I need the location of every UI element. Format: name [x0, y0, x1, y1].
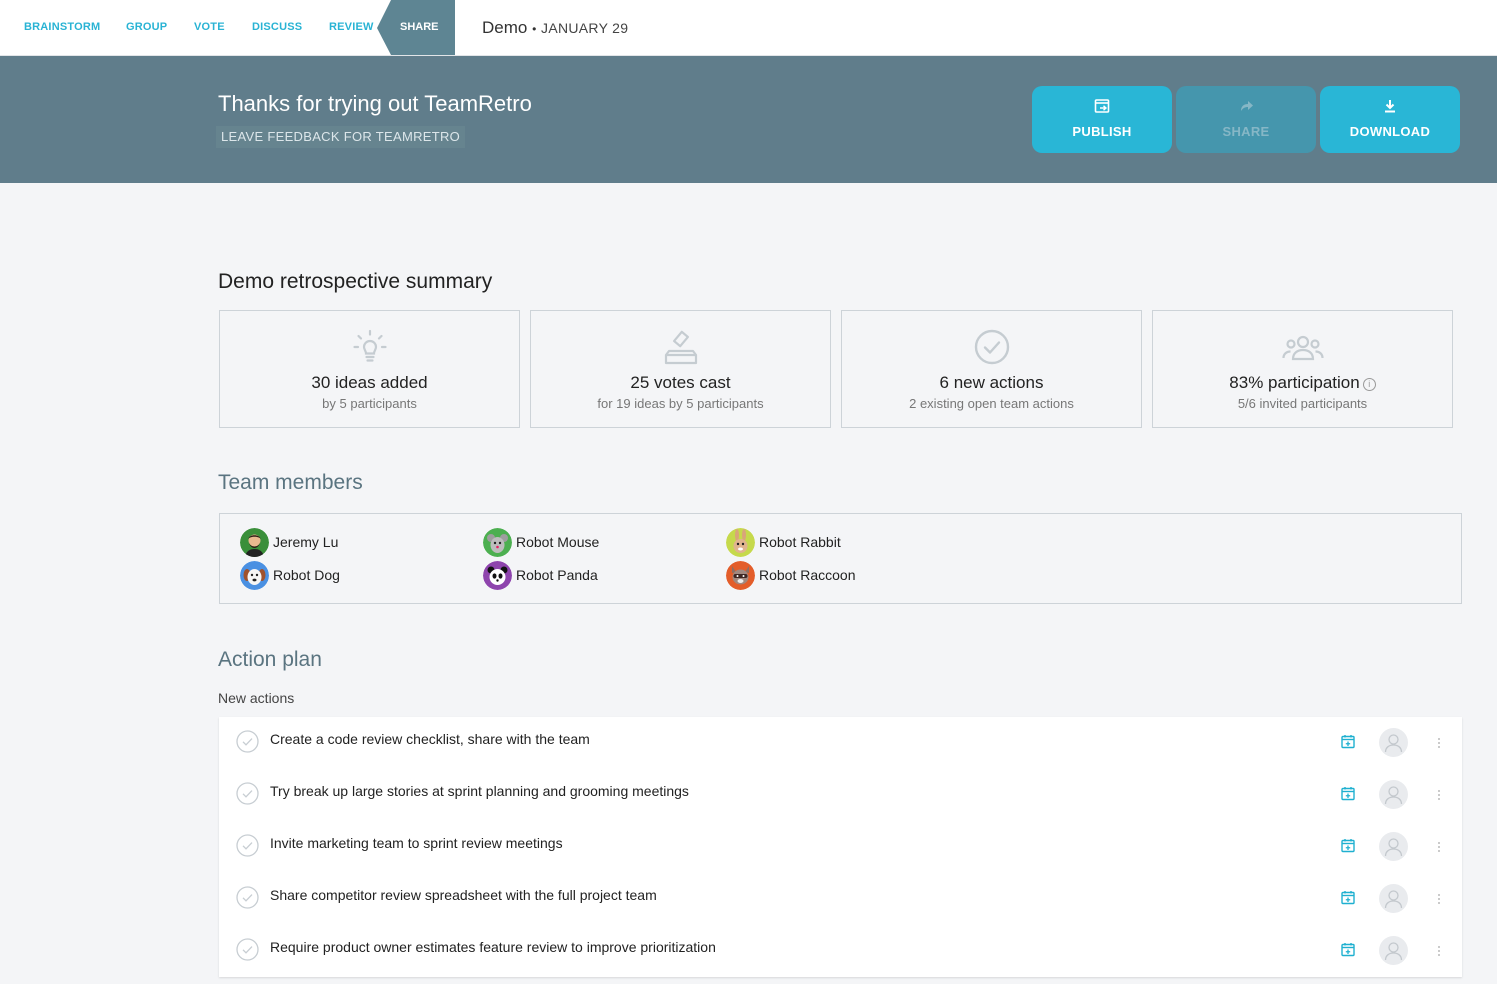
participation-card: 83% participation i 5/6 invited participa…: [1152, 310, 1453, 428]
due-date-calendar-icon[interactable]: [1341, 786, 1355, 801]
share-label: SHARE: [1222, 124, 1270, 139]
action-text[interactable]: Share competitor review spreadsheet with…: [270, 887, 657, 903]
assignee-avatar-icon[interactable]: [1379, 884, 1408, 913]
actions-count: 6 new actions: [939, 373, 1044, 392]
step-group[interactable]: GROUP: [126, 0, 167, 55]
step-share[interactable]: SHARE: [377, 0, 455, 55]
check-circle-icon: [842, 327, 1141, 367]
avatar-dog: [240, 560, 269, 590]
share-arrow-icon: [1176, 98, 1316, 118]
step-review[interactable]: REVIEW: [329, 0, 374, 55]
action-row: Require product owner estimates feature …: [219, 925, 1462, 977]
avatar-mouse: [483, 527, 512, 557]
complete-check-icon[interactable]: [236, 834, 259, 857]
avatar-rabbit: [726, 527, 755, 557]
action-row: Create a code review checklist, share wi…: [219, 717, 1462, 769]
action-text[interactable]: Try break up large stories at sprint pla…: [270, 783, 689, 799]
avatar-jeremy: [240, 527, 269, 557]
votes-card: 25 votes cast for 19 ideas by 5 particip…: [530, 310, 831, 428]
action-list: Create a code review checklist, share wi…: [219, 717, 1462, 977]
member-name: Robot Dog: [273, 567, 340, 583]
assignee-avatar-icon[interactable]: [1379, 780, 1408, 809]
share-button[interactable]: SHARE: [1176, 86, 1316, 153]
due-date-calendar-icon[interactable]: [1341, 838, 1355, 853]
people-icon: [1153, 327, 1452, 367]
participation-value: 83% participation i: [1153, 373, 1452, 393]
publish-button[interactable]: PUBLISH: [1032, 86, 1172, 153]
member-name: Jeremy Lu: [273, 534, 339, 550]
action-text[interactable]: Require product owner estimates feature …: [270, 939, 716, 955]
team-members-title: Team members: [218, 471, 363, 494]
share-banner: Thanks for trying out TeamRetro LEAVE FE…: [0, 56, 1497, 183]
banner-title: Thanks for trying out TeamRetro: [218, 91, 532, 116]
download-icon: [1320, 98, 1460, 118]
member-robot-mouse: Robot Mouse: [483, 527, 599, 557]
action-row: Share competitor review spreadsheet with…: [219, 873, 1462, 925]
action-text[interactable]: Invite marketing team to sprint review m…: [270, 835, 563, 851]
complete-check-icon[interactable]: [236, 782, 259, 805]
new-actions-label: New actions: [218, 690, 295, 706]
step-discuss[interactable]: DISCUSS: [252, 0, 302, 55]
due-date-calendar-icon[interactable]: [1341, 890, 1355, 905]
step-share-label: SHARE: [400, 21, 439, 33]
votes-sub: for 19 ideas by 5 participants: [597, 396, 764, 411]
session-separator: •: [532, 22, 537, 36]
more-options-icon[interactable]: [1431, 942, 1447, 960]
step-chevron: [377, 0, 391, 55]
publish-label: PUBLISH: [1072, 124, 1132, 139]
team-members-list: Jeremy Lu Robot Mouse Robot Rabbit Robot…: [219, 513, 1462, 604]
ideas-count: 30 ideas added: [311, 373, 428, 392]
ideas-sub: by 5 participants: [322, 396, 417, 411]
member-jeremy-lu: Jeremy Lu: [240, 527, 338, 557]
complete-check-icon[interactable]: [236, 730, 259, 753]
ideas-card: 30 ideas added by 5 participants: [219, 310, 520, 428]
member-name: Robot Panda: [516, 567, 598, 583]
action-row: Try break up large stories at sprint pla…: [219, 769, 1462, 821]
member-name: Robot Mouse: [516, 534, 600, 550]
lightbulb-icon: [220, 327, 519, 367]
assignee-avatar-icon[interactable]: [1379, 832, 1408, 861]
more-options-icon[interactable]: [1431, 734, 1447, 752]
action-plan-title: Action plan: [218, 648, 322, 671]
assignee-avatar-icon[interactable]: [1379, 936, 1408, 965]
download-button[interactable]: DOWNLOAD: [1320, 86, 1460, 153]
member-robot-panda: Robot Panda: [483, 560, 598, 590]
action-text[interactable]: Create a code review checklist, share wi…: [270, 731, 590, 747]
due-date-calendar-icon[interactable]: [1341, 942, 1355, 957]
session-name: Demo: [482, 18, 528, 37]
participation-text: 83% participation: [1229, 373, 1360, 392]
avatar-panda: [483, 560, 512, 590]
leave-feedback-link[interactable]: LEAVE FEEDBACK FOR TEAMRETRO: [216, 126, 466, 148]
publish-icon: [1032, 98, 1172, 118]
assignee-avatar-icon[interactable]: [1379, 728, 1408, 757]
download-label: DOWNLOAD: [1349, 124, 1431, 139]
member-name: Robot Raccoon: [759, 567, 856, 583]
member-robot-raccoon: Robot Raccoon: [726, 560, 856, 590]
due-date-calendar-icon[interactable]: [1341, 734, 1355, 749]
actions-sub: 2 existing open team actions: [909, 396, 1074, 411]
complete-check-icon[interactable]: [236, 938, 259, 961]
workflow-nav: BRAINSTORM GROUP VOTE DISCUSS REVIEW SHA…: [0, 0, 1497, 56]
session-title: Demo • JANUARY 29: [482, 0, 628, 55]
info-icon[interactable]: i: [1362, 378, 1376, 391]
actions-card: 6 new actions 2 existing open team actio…: [841, 310, 1142, 428]
ballot-box-icon: [531, 327, 830, 367]
step-brainstorm[interactable]: BRAINSTORM: [24, 0, 100, 55]
step-vote[interactable]: VOTE: [194, 0, 225, 55]
action-row: Invite marketing team to sprint review m…: [219, 821, 1462, 873]
summary-title: Demo retrospective summary: [218, 270, 493, 293]
votes-count: 25 votes cast: [630, 373, 731, 392]
more-options-icon[interactable]: [1431, 838, 1447, 856]
complete-check-icon[interactable]: [236, 886, 259, 909]
more-options-icon[interactable]: [1431, 786, 1447, 804]
participation-sub: 5/6 invited participants: [1237, 396, 1368, 411]
avatar-raccoon: [726, 560, 755, 590]
member-name: Robot Rabbit: [759, 534, 841, 550]
more-options-icon[interactable]: [1431, 890, 1447, 908]
member-robot-dog: Robot Dog: [240, 560, 340, 590]
member-robot-rabbit: Robot Rabbit: [726, 527, 841, 557]
session-date: JANUARY 29: [541, 20, 629, 36]
